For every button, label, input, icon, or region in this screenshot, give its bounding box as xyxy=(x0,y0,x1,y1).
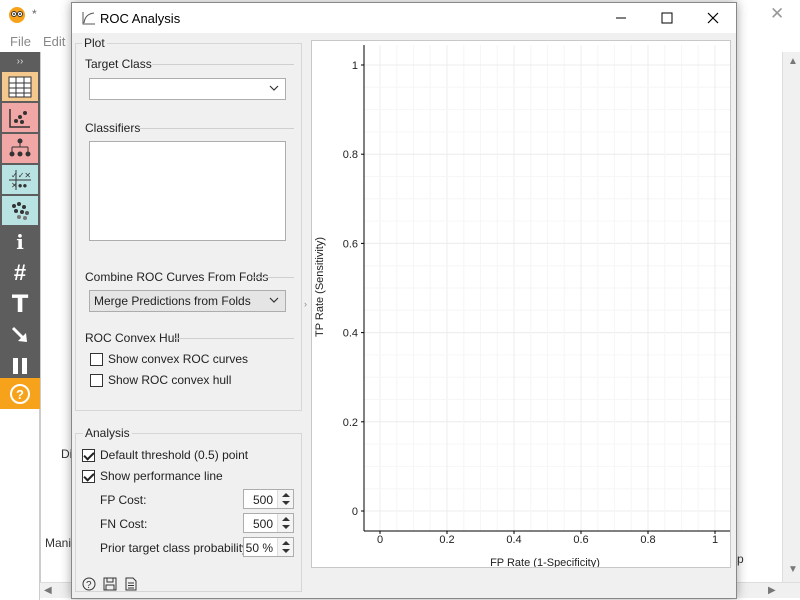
dialog-title: ROC Analysis xyxy=(100,11,181,26)
x-axis-label: FP Rate (1-Specificity) xyxy=(490,557,600,567)
svg-text:?: ? xyxy=(86,580,92,591)
widget-toolbox: ›› ✓✓✕ ✕●● i # T ? xyxy=(0,52,40,409)
x-tick-label: 0.6 xyxy=(573,534,588,546)
text-annotation-icon[interactable]: T xyxy=(2,289,38,318)
maximize-icon[interactable] xyxy=(644,3,690,33)
arrow-annotation-icon[interactable] xyxy=(2,320,38,349)
svg-text:✓✓✕: ✓✓✕ xyxy=(11,171,31,180)
section-divider xyxy=(152,64,294,65)
toolbox-expand-icon[interactable]: ›› xyxy=(2,52,38,70)
y-tick-label: 0.2 xyxy=(343,417,358,429)
fp-cost-value: 500 xyxy=(252,493,273,507)
y-tick-label: 1 xyxy=(352,60,358,72)
report-icon[interactable] xyxy=(124,577,138,591)
spin-arrows-icon[interactable] xyxy=(277,490,293,508)
x-tick-label: 0 xyxy=(377,534,383,546)
x-tick-label: 0.8 xyxy=(640,534,655,546)
prior-probability-spinbox[interactable]: 50 % xyxy=(243,537,294,557)
checkbox-box[interactable] xyxy=(82,469,95,483)
main-close-icon[interactable]: ✕ xyxy=(770,4,784,24)
help-widget-icon[interactable]: ? xyxy=(0,378,40,409)
fp-cost-label: FP Cost: xyxy=(100,493,147,507)
spin-arrows-icon[interactable] xyxy=(277,514,293,532)
canvas-node-label: Mani xyxy=(45,536,72,550)
y-tick-label: 0.8 xyxy=(343,149,358,161)
convex-hull-label: ROC Convex Hull xyxy=(85,331,180,345)
toolbox-empty-area xyxy=(0,409,40,600)
roc-curve-icon xyxy=(82,12,95,25)
menu-file[interactable]: File xyxy=(10,34,31,49)
y-axis-label: TP Rate (Sensitivity) xyxy=(314,237,326,337)
checkbox-box[interactable] xyxy=(90,373,103,387)
fn-cost-value: 500 xyxy=(252,517,273,531)
y-tick-label: 0 xyxy=(352,506,358,518)
fn-cost-label: FN Cost: xyxy=(100,517,148,531)
dialog-titlebar[interactable]: ROC Analysis xyxy=(72,3,736,33)
chevron-down-icon xyxy=(269,85,279,91)
show-performance-line-checkbox[interactable]: Show performance line xyxy=(82,468,223,484)
roc-plot[interactable]: 0 0.2 0.4 0.6 0.8 1 0 0.2 0.4 0.6 0.8 1 FP Rate (1-S… xyxy=(311,40,731,568)
checkbox-label: Default threshold (0.5) point xyxy=(100,448,249,462)
tree-widget-icon[interactable] xyxy=(2,134,38,163)
classifiers-label: Classifiers xyxy=(85,121,141,135)
y-tick-label: 0.4 xyxy=(343,328,358,340)
checkbox-label: Show ROC convex hull xyxy=(108,373,232,387)
combine-folds-value: Merge Predictions from Folds xyxy=(94,294,251,308)
section-divider xyxy=(252,277,294,278)
pause-icon[interactable] xyxy=(2,351,38,380)
info-widget-icon[interactable]: i xyxy=(2,227,38,256)
roc-analysis-window: ROC Analysis Plot Target Class Classifie… xyxy=(71,2,737,599)
distributions-widget-icon[interactable] xyxy=(2,196,38,225)
spin-arrows-icon[interactable] xyxy=(277,538,293,556)
close-icon[interactable] xyxy=(690,3,736,33)
scroll-down-icon[interactable]: ▼ xyxy=(788,564,798,575)
table-widget-icon[interactable] xyxy=(2,72,38,101)
prior-probability-label: Prior target class probability: xyxy=(100,541,252,555)
y-tick-label: 0.6 xyxy=(343,238,358,250)
fp-cost-spinbox[interactable]: 500 xyxy=(243,489,294,509)
analysis-group-title: Analysis xyxy=(83,426,132,440)
show-convex-curves-checkbox[interactable]: Show convex ROC curves xyxy=(90,351,248,367)
svg-text:?: ? xyxy=(16,387,24,402)
target-class-label: Target Class xyxy=(85,57,152,71)
scroll-right-icon[interactable]: ▶ xyxy=(768,585,776,596)
confusion-matrix-widget-icon[interactable]: ✓✓✕ ✕●● xyxy=(2,165,38,194)
splitter-handle-icon[interactable]: › xyxy=(304,299,307,309)
minimize-icon[interactable] xyxy=(598,3,644,33)
canvas-vertical-scrollbar[interactable]: ▲ ▼ xyxy=(782,52,800,582)
main-window-title: * xyxy=(32,7,37,21)
roc-plot-svg: 0 0.2 0.4 0.6 0.8 1 0 0.2 0.4 0.6 0.8 1 FP Rate (1-S… xyxy=(314,45,730,567)
svg-text:✕●●: ✕●● xyxy=(11,181,28,190)
menu-edit[interactable]: Edit xyxy=(43,34,65,49)
checkbox-label: Show performance line xyxy=(100,469,223,483)
x-tick-label: 0.4 xyxy=(506,534,521,546)
chevron-down-icon xyxy=(269,297,279,303)
plot-group-title: Plot xyxy=(82,36,107,50)
hash-widget-icon[interactable]: # xyxy=(2,258,38,287)
classifiers-list[interactable] xyxy=(89,141,286,241)
x-tick-label: 0.2 xyxy=(439,534,454,546)
default-threshold-checkbox[interactable]: Default threshold (0.5) point xyxy=(82,447,248,463)
section-divider xyxy=(140,128,294,129)
target-class-combo[interactable] xyxy=(89,78,286,100)
checkbox-box[interactable] xyxy=(82,448,95,462)
show-convex-hull-checkbox[interactable]: Show ROC convex hull xyxy=(90,372,231,388)
save-icon[interactable] xyxy=(103,577,117,591)
canvas-node-label: p xyxy=(737,552,744,566)
x-tick-label: 1 xyxy=(712,534,718,546)
prior-probability-value: 50 % xyxy=(245,541,273,555)
control-panel: Plot Target Class Classifiers Combine RO… xyxy=(72,33,310,600)
scroll-left-icon[interactable]: ◀ xyxy=(44,585,52,596)
help-icon[interactable]: ? xyxy=(82,577,96,591)
section-divider xyxy=(174,338,294,339)
checkbox-label: Show convex ROC curves xyxy=(108,352,249,366)
combine-folds-label: Combine ROC Curves From Folds xyxy=(85,270,269,284)
orange-logo-icon xyxy=(9,7,25,23)
canvas-border xyxy=(40,52,41,582)
scatter-plot-widget-icon[interactable] xyxy=(2,103,38,132)
checkbox-box[interactable] xyxy=(90,352,103,366)
scroll-up-icon[interactable]: ▲ xyxy=(788,56,798,67)
combine-folds-combo[interactable]: Merge Predictions from Folds xyxy=(89,290,286,312)
fn-cost-spinbox[interactable]: 500 xyxy=(243,513,294,533)
